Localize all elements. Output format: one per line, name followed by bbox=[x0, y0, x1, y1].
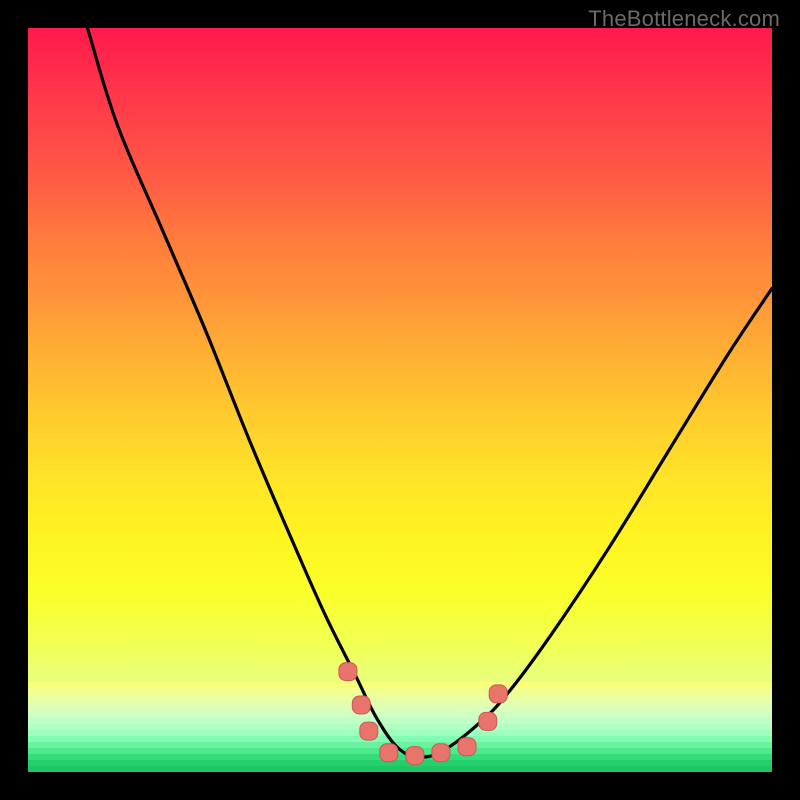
chart-plot-area bbox=[28, 28, 772, 772]
marker-dot bbox=[432, 744, 450, 762]
marker-dot bbox=[352, 696, 370, 714]
gradient-bands bbox=[28, 682, 772, 772]
marker-dot bbox=[406, 747, 424, 765]
marker-dot bbox=[380, 744, 398, 762]
marker-dot bbox=[479, 712, 497, 730]
bottleneck-curve-path bbox=[88, 28, 773, 757]
marker-dot bbox=[458, 738, 476, 756]
marker-dot bbox=[339, 663, 357, 681]
marker-dot bbox=[360, 722, 378, 740]
marker-dot bbox=[489, 685, 507, 703]
chart-frame: TheBottleneck.com bbox=[0, 0, 800, 800]
chart-svg bbox=[28, 28, 772, 772]
marker-group bbox=[339, 663, 507, 765]
